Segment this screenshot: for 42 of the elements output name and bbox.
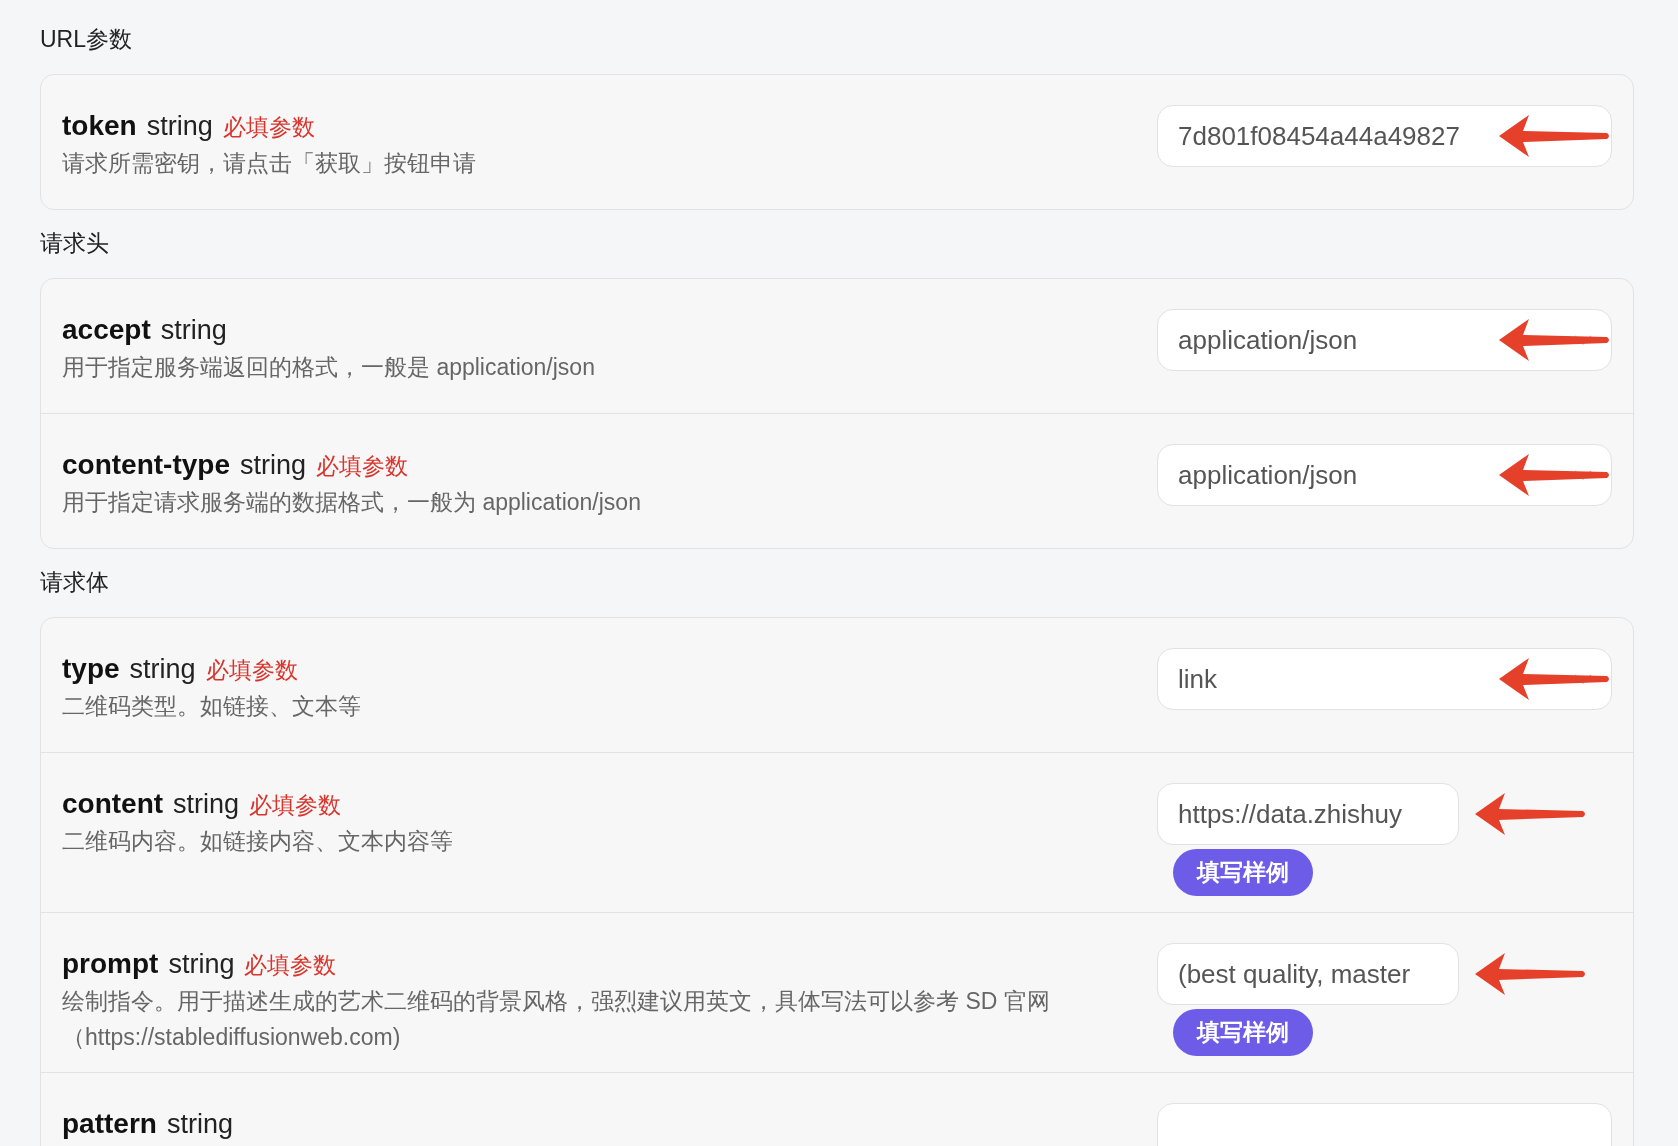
section-title: URL参数: [40, 25, 133, 54]
select-field[interactable]: application/json: [1157, 309, 1612, 371]
parameter-type: string: [160, 314, 227, 347]
input-field[interactable]: 7d801f08454a44a49827: [1157, 105, 1612, 167]
parameter-type: string: [146, 110, 213, 143]
section-title: 请求体: [40, 568, 110, 597]
field-value: 7d801f08454a44a49827: [1178, 119, 1461, 153]
required-label: 必填参数: [249, 791, 342, 820]
field-value: application/json: [1178, 458, 1359, 492]
parameter-description: 用于指定服务端返回的格式，一般是 application/json: [62, 353, 596, 382]
parameter-name: token: [62, 109, 137, 143]
field-value: link: [1178, 662, 1218, 696]
parameter-description: 二维码类型。如链接、文本等: [62, 692, 362, 721]
select-field[interactable]: application/json: [1157, 444, 1612, 506]
section-title: 请求头: [40, 229, 110, 258]
input-field[interactable]: (best quality, master: [1157, 943, 1459, 1005]
required-label: 必填参数: [244, 951, 337, 980]
input-field[interactable]: https://data.zhishuy: [1157, 783, 1459, 845]
fill-sample-button[interactable]: 填写样例: [1173, 1009, 1313, 1056]
parameter-type: string: [129, 653, 196, 686]
fill-sample-button[interactable]: 填写样例: [1173, 849, 1313, 896]
parameter-name: type: [62, 652, 120, 686]
parameter-name: content: [62, 787, 164, 821]
parameter-name: pattern: [62, 1107, 157, 1141]
parameter-description: 二维码内容。如链接内容、文本内容等: [62, 827, 454, 856]
parameter-name: content-type: [62, 448, 230, 482]
parameter-description: 请求所需密钥，请点击「获取」按钮申请: [62, 149, 477, 178]
parameter-type: string: [240, 449, 307, 482]
parameter-description: 用于指定请求服务端的数据格式，一般为 application/json: [62, 488, 642, 517]
parameter-type: string: [173, 788, 240, 821]
field-value: https://data.zhishuy: [1178, 797, 1404, 831]
parameter-type: string: [166, 1108, 233, 1141]
parameter-name: prompt: [62, 947, 159, 981]
parameter-type: string: [168, 948, 235, 981]
parameter-name: accept: [62, 313, 151, 347]
required-label: 必填参数: [205, 656, 298, 685]
required-label: 必填参数: [222, 113, 315, 142]
field-value: (best quality, master: [1178, 957, 1412, 991]
select-field[interactable]: link: [1157, 648, 1612, 710]
field-value: application/json: [1178, 323, 1359, 357]
required-label: 必填参数: [316, 452, 409, 481]
parameter-description: 绘制指令。用于描述生成的艺术二维码的背景风格，强烈建议用英文，具体写法可以参考 SD 官网（https://stablediffusionweb.com): [62, 987, 1051, 1052]
